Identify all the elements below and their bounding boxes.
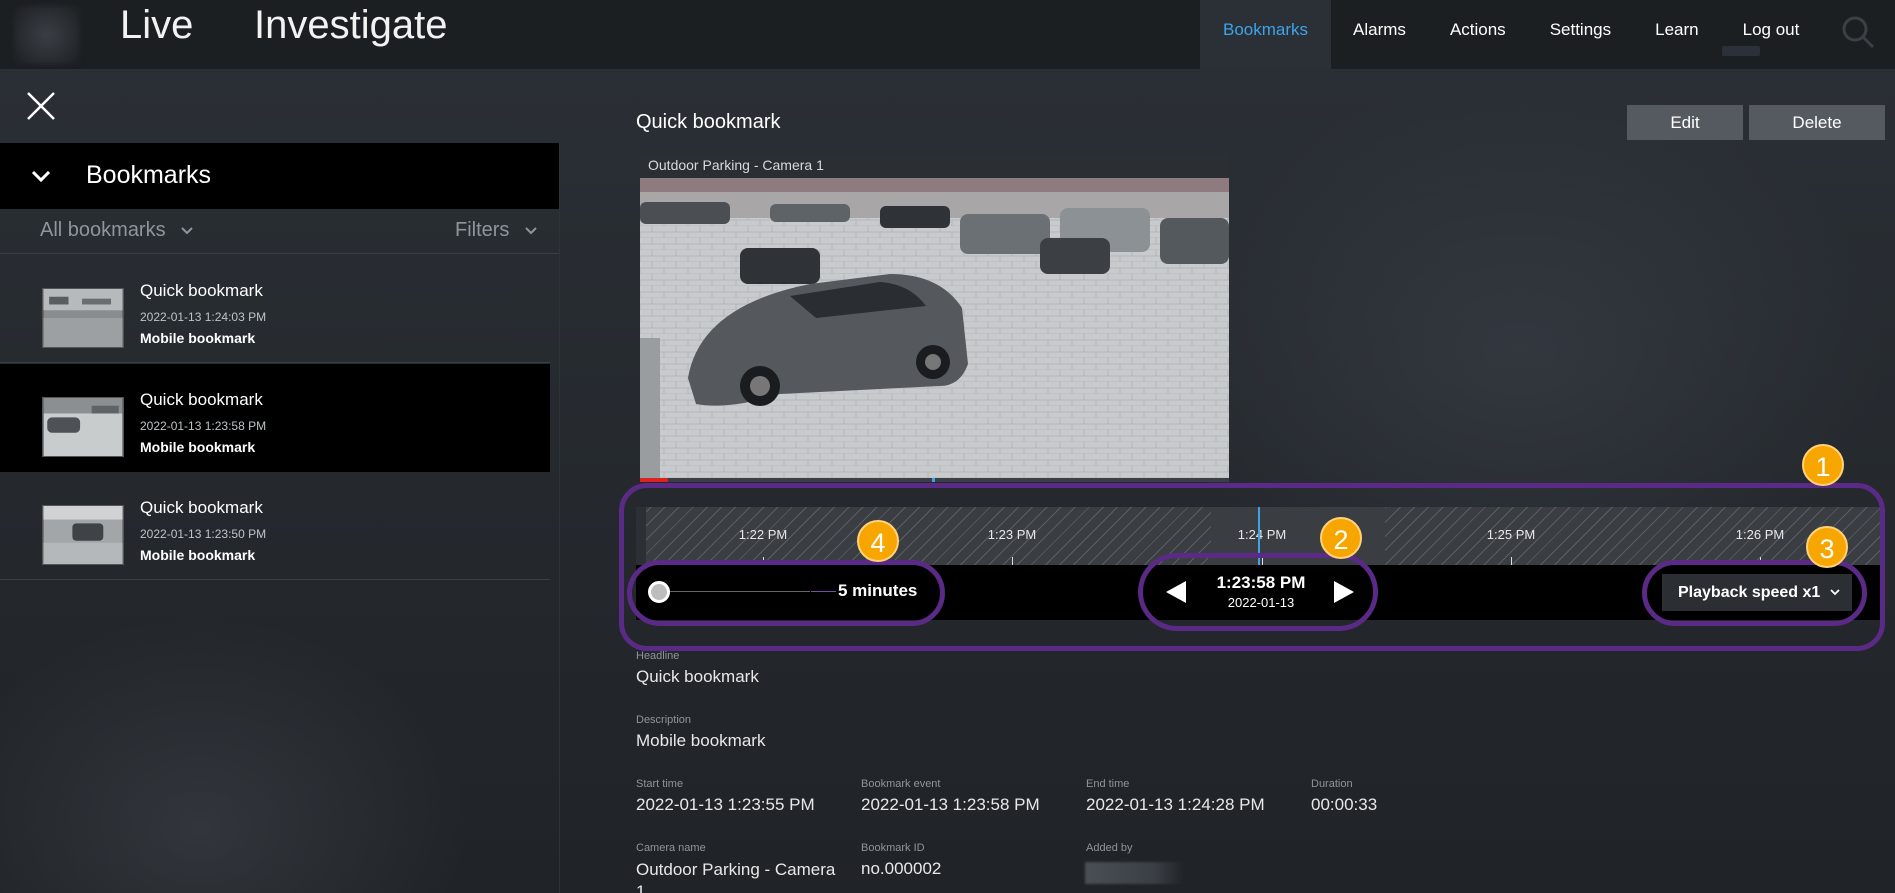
bookmark-event-label: Bookmark event (861, 778, 941, 790)
bookmark-description: Mobile bookmark (140, 439, 256, 455)
bookmark-name: Quick bookmark (140, 390, 263, 409)
search-icon[interactable] (1840, 14, 1876, 50)
annotation-badge: 2 (1320, 517, 1362, 559)
menu-actions[interactable]: Actions (1428, 0, 1528, 69)
logout-indicator (1722, 46, 1760, 56)
video-player[interactable]: Outdoor Parking - Camera 1 (640, 154, 1229, 482)
bookmark-thumbnail (42, 288, 124, 348)
menu-logout[interactable]: Log out (1721, 0, 1822, 69)
filters-dropdown[interactable]: Filters (455, 219, 537, 242)
sidebar-divider (559, 143, 560, 893)
annotation-badge: 3 (1806, 526, 1848, 568)
menu-bookmarks[interactable]: Bookmarks (1200, 0, 1332, 69)
bookmark-id-label: Bookmark ID (861, 842, 925, 854)
edit-button[interactable]: Edit (1627, 105, 1743, 140)
video-frame (640, 178, 1229, 482)
bookmark-description: Mobile bookmark (140, 330, 256, 346)
end-time-value: 2022-01-13 1:24:28 PM (1086, 795, 1265, 814)
logo (14, 6, 80, 64)
headline-value: Quick bookmark (636, 667, 759, 686)
added-by-value (1085, 862, 1185, 884)
chevron-down-icon (525, 227, 537, 235)
delete-button[interactable]: Delete (1749, 105, 1885, 140)
bookmark-description: Mobile bookmark (140, 547, 256, 563)
annotation-outline-speed (1642, 560, 1867, 626)
video-progress-marker (932, 478, 935, 482)
all-bookmarks-dropdown[interactable]: All bookmarks (40, 219, 193, 242)
added-by-label: Added by (1086, 842, 1133, 854)
headline-label: Headline (636, 650, 680, 662)
end-time-label: End time (1086, 778, 1130, 790)
menu-settings[interactable]: Settings (1528, 0, 1633, 69)
menu-alarms[interactable]: Alarms (1331, 0, 1428, 69)
filters-label: Filters (454, 219, 510, 241)
description-value: Mobile bookmark (636, 731, 766, 750)
start-time-value: 2022-01-13 1:23:55 PM (636, 795, 815, 814)
bookmark-date: 2022-01-13 1:23:58 PM (140, 419, 267, 433)
camera-name-label: Camera name (636, 842, 706, 854)
annotation-outline-zoom (627, 560, 945, 626)
bookmark-name: Quick bookmark (140, 498, 263, 517)
close-icon[interactable] (24, 89, 58, 123)
annotation-badge: 1 (1802, 444, 1844, 486)
start-time-label: Start time (636, 778, 684, 790)
sidebar-title: Bookmarks (86, 161, 212, 189)
bookmark-thumbnail (42, 505, 124, 565)
menu-learn[interactable]: Learn (1633, 0, 1720, 69)
bookmark-date: 2022-01-13 1:24:03 PM (140, 310, 267, 324)
annotation-outline-navigation (1138, 553, 1378, 631)
nav-live[interactable]: Live (120, 3, 193, 48)
filter-row: All bookmarks Filters (0, 209, 559, 254)
chevron-down-icon[interactable] (30, 165, 52, 187)
description-label: Description (636, 714, 692, 726)
duration-label: Duration (1311, 778, 1353, 790)
bookmark-list-item[interactable]: Quick bookmark 2022-01-13 1:23:58 PM Mob… (0, 364, 550, 472)
nav-investigate[interactable]: Investigate (254, 3, 447, 48)
all-bookmarks-label: All bookmarks (40, 219, 166, 241)
bookmark-list-item[interactable]: Quick bookmark 2022-01-13 1:23:50 PM Mob… (0, 472, 550, 580)
top-bar: Live Investigate Bookmarks Alarms Action… (0, 0, 1895, 69)
bookmark-event-value: 2022-01-13 1:23:58 PM (861, 795, 1040, 814)
annotation-badge: 4 (857, 520, 899, 562)
duration-value: 00:00:33 (1311, 795, 1378, 814)
bookmark-thumbnail (42, 397, 124, 457)
camera-name-value: Outdoor Parking - Camera 1 (636, 860, 836, 893)
bookmark-list-item[interactable]: Quick bookmark 2022-01-13 1:24:03 PM Mob… (0, 255, 550, 363)
bookmark-name: Quick bookmark (140, 281, 263, 300)
sidebar-header[interactable]: Bookmarks (0, 143, 559, 209)
video-progress[interactable] (640, 478, 1229, 482)
top-menu: Bookmarks Alarms Actions Settings Learn … (1200, 0, 1821, 69)
page-title: Quick bookmark (636, 111, 781, 133)
chevron-down-icon (181, 227, 193, 235)
video-progress-fill (640, 478, 668, 482)
bookmark-id-value: no.000002 (861, 859, 942, 878)
camera-label: Outdoor Parking - Camera 1 (640, 154, 1229, 178)
bookmark-date: 2022-01-13 1:23:50 PM (140, 527, 267, 541)
